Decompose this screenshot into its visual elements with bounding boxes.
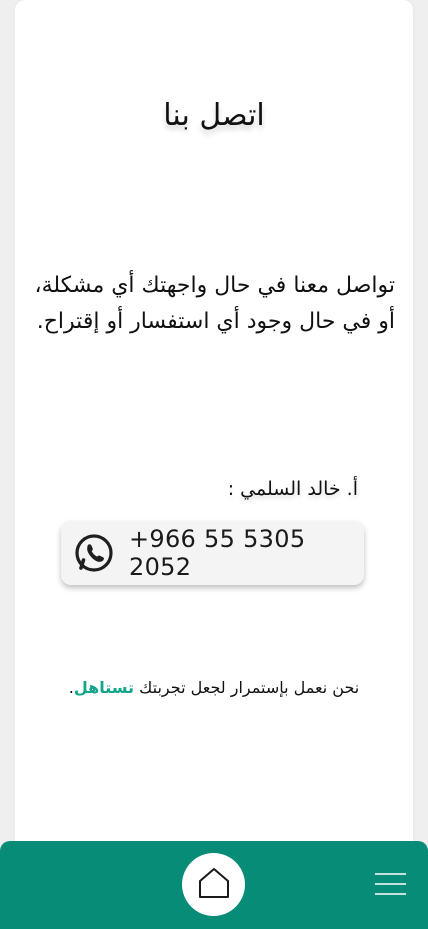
- home-button[interactable]: [182, 853, 245, 916]
- intro-line-2: أو في حال وجود أي استفسار أو إقتراح.: [36, 309, 395, 334]
- contact-card: اتصل بنا تواصل معنا في حال واجهتك أي مشك…: [15, 0, 413, 870]
- menu-icon: [375, 873, 406, 900]
- whatsapp-icon: [73, 532, 115, 574]
- whatsapp-contact-button[interactable]: +966 55 5305 2052: [61, 521, 364, 585]
- bottom-navigation-bar: [0, 841, 428, 929]
- tagline: نحن نعمل بإستمرار لجعل تجربتك تستاهل.: [15, 678, 413, 697]
- intro-text: تواصل معنا في حال واجهتك أي مشكلة، أو في…: [29, 268, 395, 340]
- home-icon: [196, 866, 232, 904]
- brand-name: تستاهل: [73, 678, 135, 697]
- phone-number: +966 55 5305 2052: [129, 525, 306, 581]
- page-title: اتصل بنا: [163, 98, 265, 133]
- menu-button[interactable]: [375, 872, 406, 896]
- intro-line-1: تواصل معنا في حال واجهتك أي مشكلة،: [34, 273, 395, 298]
- contact-person-label: أ. خالد السلمي :: [227, 478, 358, 500]
- tagline-text: نحن نعمل بإستمرار لجعل تجربتك: [134, 678, 360, 697]
